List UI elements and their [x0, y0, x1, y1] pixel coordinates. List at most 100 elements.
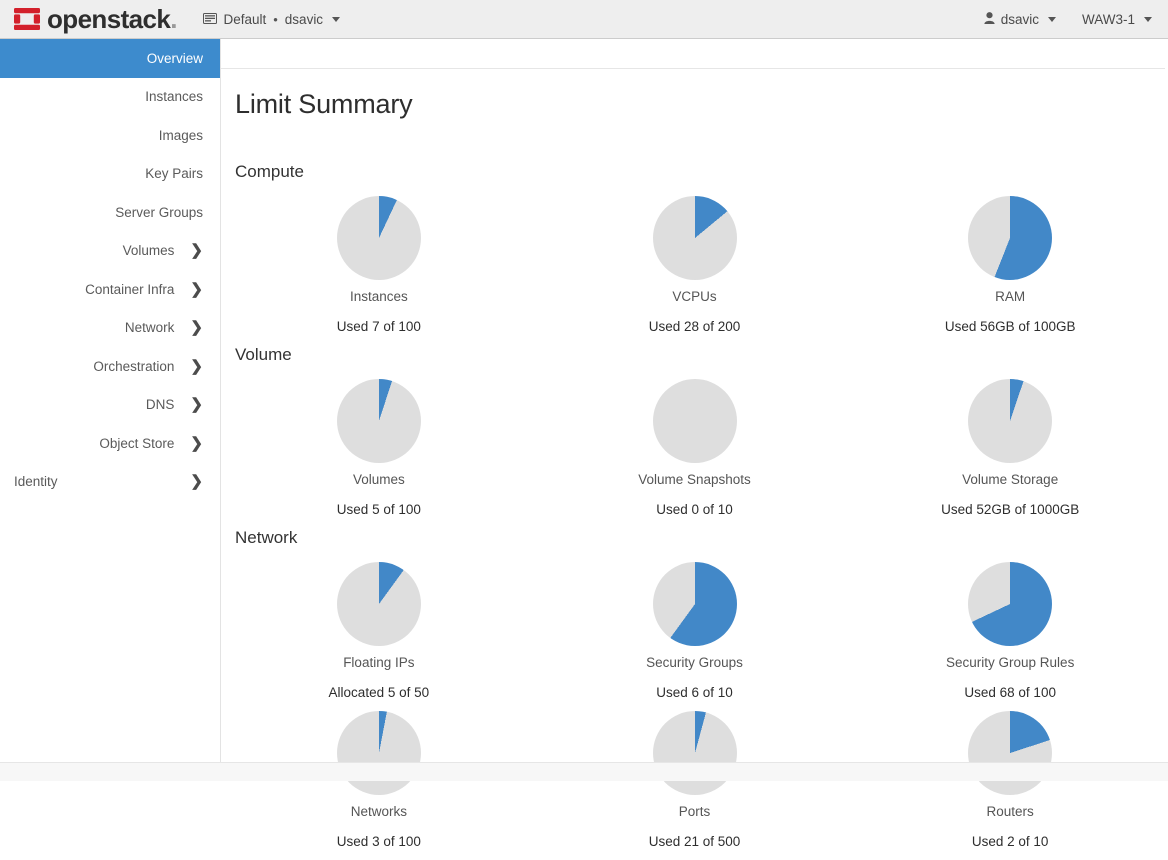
section-heading-volume: Volume: [221, 345, 1168, 365]
section-heading-compute: Compute: [221, 162, 1168, 182]
chevron-down-icon: [1144, 17, 1152, 22]
sidebar-item-label: Object Store: [99, 436, 174, 451]
sidebar-item-label: Orchestration: [93, 359, 174, 374]
pie-chart-instances: [337, 196, 421, 280]
top-navbar: openstack . Default • dsavic dsavic: [0, 0, 1168, 39]
quota-card-volume-snapshots: Volume SnapshotsUsed 0 of 10: [537, 379, 853, 517]
pie-chart-value: Used 21 of 500: [649, 834, 741, 849]
main-content: Limit Summary Compute Instances Used 7 of …: [221, 39, 1168, 781]
content-top-divider: [221, 68, 1165, 69]
sidebar-item-dns[interactable]: DNS ❯: [0, 386, 220, 425]
quota-card-security-group-rules: Security Group Rules Used 68 of 100: [852, 562, 1168, 700]
sidebar-item-label: DNS: [146, 397, 175, 412]
pie-chart-value: Used 7 of 100: [337, 319, 421, 334]
brand-logo-link[interactable]: openstack .: [0, 0, 177, 39]
pie-chart-value: Used 56GB of 100GB: [945, 319, 1076, 334]
pie-chart-value: Used 52GB of 1000GB: [941, 502, 1079, 517]
sidebar-item-server-groups[interactable]: Server Groups: [0, 193, 220, 232]
sidebar-item-network[interactable]: Network ❯: [0, 309, 220, 348]
brand-name: openstack: [47, 6, 170, 32]
openstack-logo-icon: [14, 8, 40, 30]
chevron-right-icon: ❯: [190, 243, 203, 258]
sidebar-item-label: Server Groups: [115, 205, 203, 220]
domain-icon: [203, 12, 217, 27]
chevron-right-icon: ❯: [190, 474, 203, 489]
page-title: Limit Summary: [235, 89, 412, 120]
pie-chart-vcpus: [653, 196, 737, 280]
domain-label: Default: [223, 12, 266, 27]
pie-chart-value: Used 5 of 100: [337, 502, 421, 517]
chevron-right-icon: ❯: [190, 282, 203, 297]
quota-card-volumes: Volumes Used 5 of 100: [221, 379, 537, 517]
pie-chart-label: Routers: [987, 804, 1034, 819]
sidebar-item-volumes[interactable]: Volumes ❯: [0, 232, 220, 271]
brand-dot: .: [170, 4, 177, 35]
pie-chart-value: Used 3 of 100: [337, 834, 421, 849]
pie-chart-security-group-rules: [968, 562, 1052, 646]
pie-chart-value: Used 2 of 10: [972, 834, 1049, 849]
pie-chart-label: Volume Storage: [962, 472, 1058, 487]
sidebar-item-object-store[interactable]: Object Store ❯: [0, 424, 220, 463]
sidebar-item-label: Overview: [147, 51, 203, 66]
pie-row: Floating IPsAllocated 5 of 50Security Gr…: [221, 562, 1168, 700]
sidebar-item-label: Key Pairs: [145, 166, 203, 181]
sidebar-item-instances[interactable]: Instances: [0, 78, 220, 117]
pie-chart-value: Used 28 of 200: [649, 319, 741, 334]
pie-chart-floating-ips: [337, 562, 421, 646]
sidebar-item-images[interactable]: Images: [0, 116, 220, 155]
pie-chart-value: Used 68 of 100: [964, 685, 1056, 700]
pie-chart-volumes: [337, 379, 421, 463]
pie-chart-ram: [968, 196, 1052, 280]
chevron-right-icon: ❯: [190, 397, 203, 412]
sidebar-item-orchestration[interactable]: Orchestration ❯: [0, 347, 220, 386]
project-label: dsavic: [285, 12, 323, 27]
section-heading-network: Network: [221, 528, 1168, 548]
pie-chart-label: Security Groups: [646, 655, 743, 670]
sidebar-item-label: Identity: [14, 474, 58, 489]
context-switcher[interactable]: Default • dsavic: [203, 0, 340, 39]
region-menu-label: WAW3-1: [1082, 12, 1135, 27]
pie-chart-label: RAM: [995, 289, 1025, 304]
user-menu-label: dsavic: [1001, 12, 1039, 27]
pie-chart-value: Used 6 of 10: [656, 685, 733, 700]
pie-chart-label: Volumes: [353, 472, 405, 487]
sidebar-item-label: Instances: [145, 89, 203, 104]
pie-chart-label: Ports: [679, 804, 711, 819]
sidebar-item-identity[interactable]: Identity ❯: [0, 463, 220, 502]
quota-card-floating-ips: Floating IPsAllocated 5 of 50: [221, 562, 537, 700]
pie-chart-volume-storage: [968, 379, 1052, 463]
sidebar-item-label: Volumes: [123, 243, 175, 258]
pie-chart-value: Allocated 5 of 50: [329, 685, 430, 700]
pie-chart-label: VCPUs: [672, 289, 716, 304]
quota-card-ram: RAM Used 56GB of 100GB: [852, 196, 1168, 334]
pie-chart-label: Security Group Rules: [946, 655, 1074, 670]
pie-row: Instances Used 7 of 100 VCPUs Used 28 of 20…: [221, 196, 1168, 334]
sidebar-item-key-pairs[interactable]: Key Pairs: [0, 155, 220, 194]
chevron-right-icon: ❯: [190, 436, 203, 451]
region-menu[interactable]: WAW3-1: [1082, 12, 1152, 27]
sidebar-item-label: Network: [125, 320, 175, 335]
context-separator: •: [272, 13, 279, 26]
chevron-right-icon: ❯: [190, 359, 203, 374]
pie-chart-value: Used 0 of 10: [656, 502, 733, 517]
pie-chart-label: Networks: [351, 804, 407, 819]
quota-card-security-groups: Security Groups Used 6 of 10: [537, 562, 853, 700]
navbar-right-group: dsavic WAW3-1: [984, 0, 1168, 39]
pie-chart-volume-snapshots: [653, 379, 737, 463]
sidebar-item-label: Container Infra: [85, 282, 174, 297]
pie-chart-label: Instances: [350, 289, 408, 304]
pie-chart-networks: [337, 711, 421, 795]
quota-card-vcpus: VCPUs Used 28 of 200: [537, 196, 853, 334]
pie-row: Volumes Used 5 of 100 Volume SnapshotsUsed…: [221, 379, 1168, 517]
sidebar-item-overview[interactable]: Overview: [0, 39, 220, 78]
quota-card-instances: Instances Used 7 of 100: [221, 196, 537, 334]
sidebar-item-container-infra[interactable]: Container Infra ❯: [0, 270, 220, 309]
user-menu[interactable]: dsavic: [984, 12, 1056, 27]
sidebar-nav: Overview Instances Images Key Pairs Server G…: [0, 39, 221, 781]
pie-chart-security-groups: [653, 562, 737, 646]
sidebar-item-label: Images: [159, 128, 203, 143]
user-icon: [984, 12, 995, 27]
pie-chart-ports: [653, 711, 737, 795]
chevron-right-icon: ❯: [190, 320, 203, 335]
pie-chart-routers: [968, 711, 1052, 795]
